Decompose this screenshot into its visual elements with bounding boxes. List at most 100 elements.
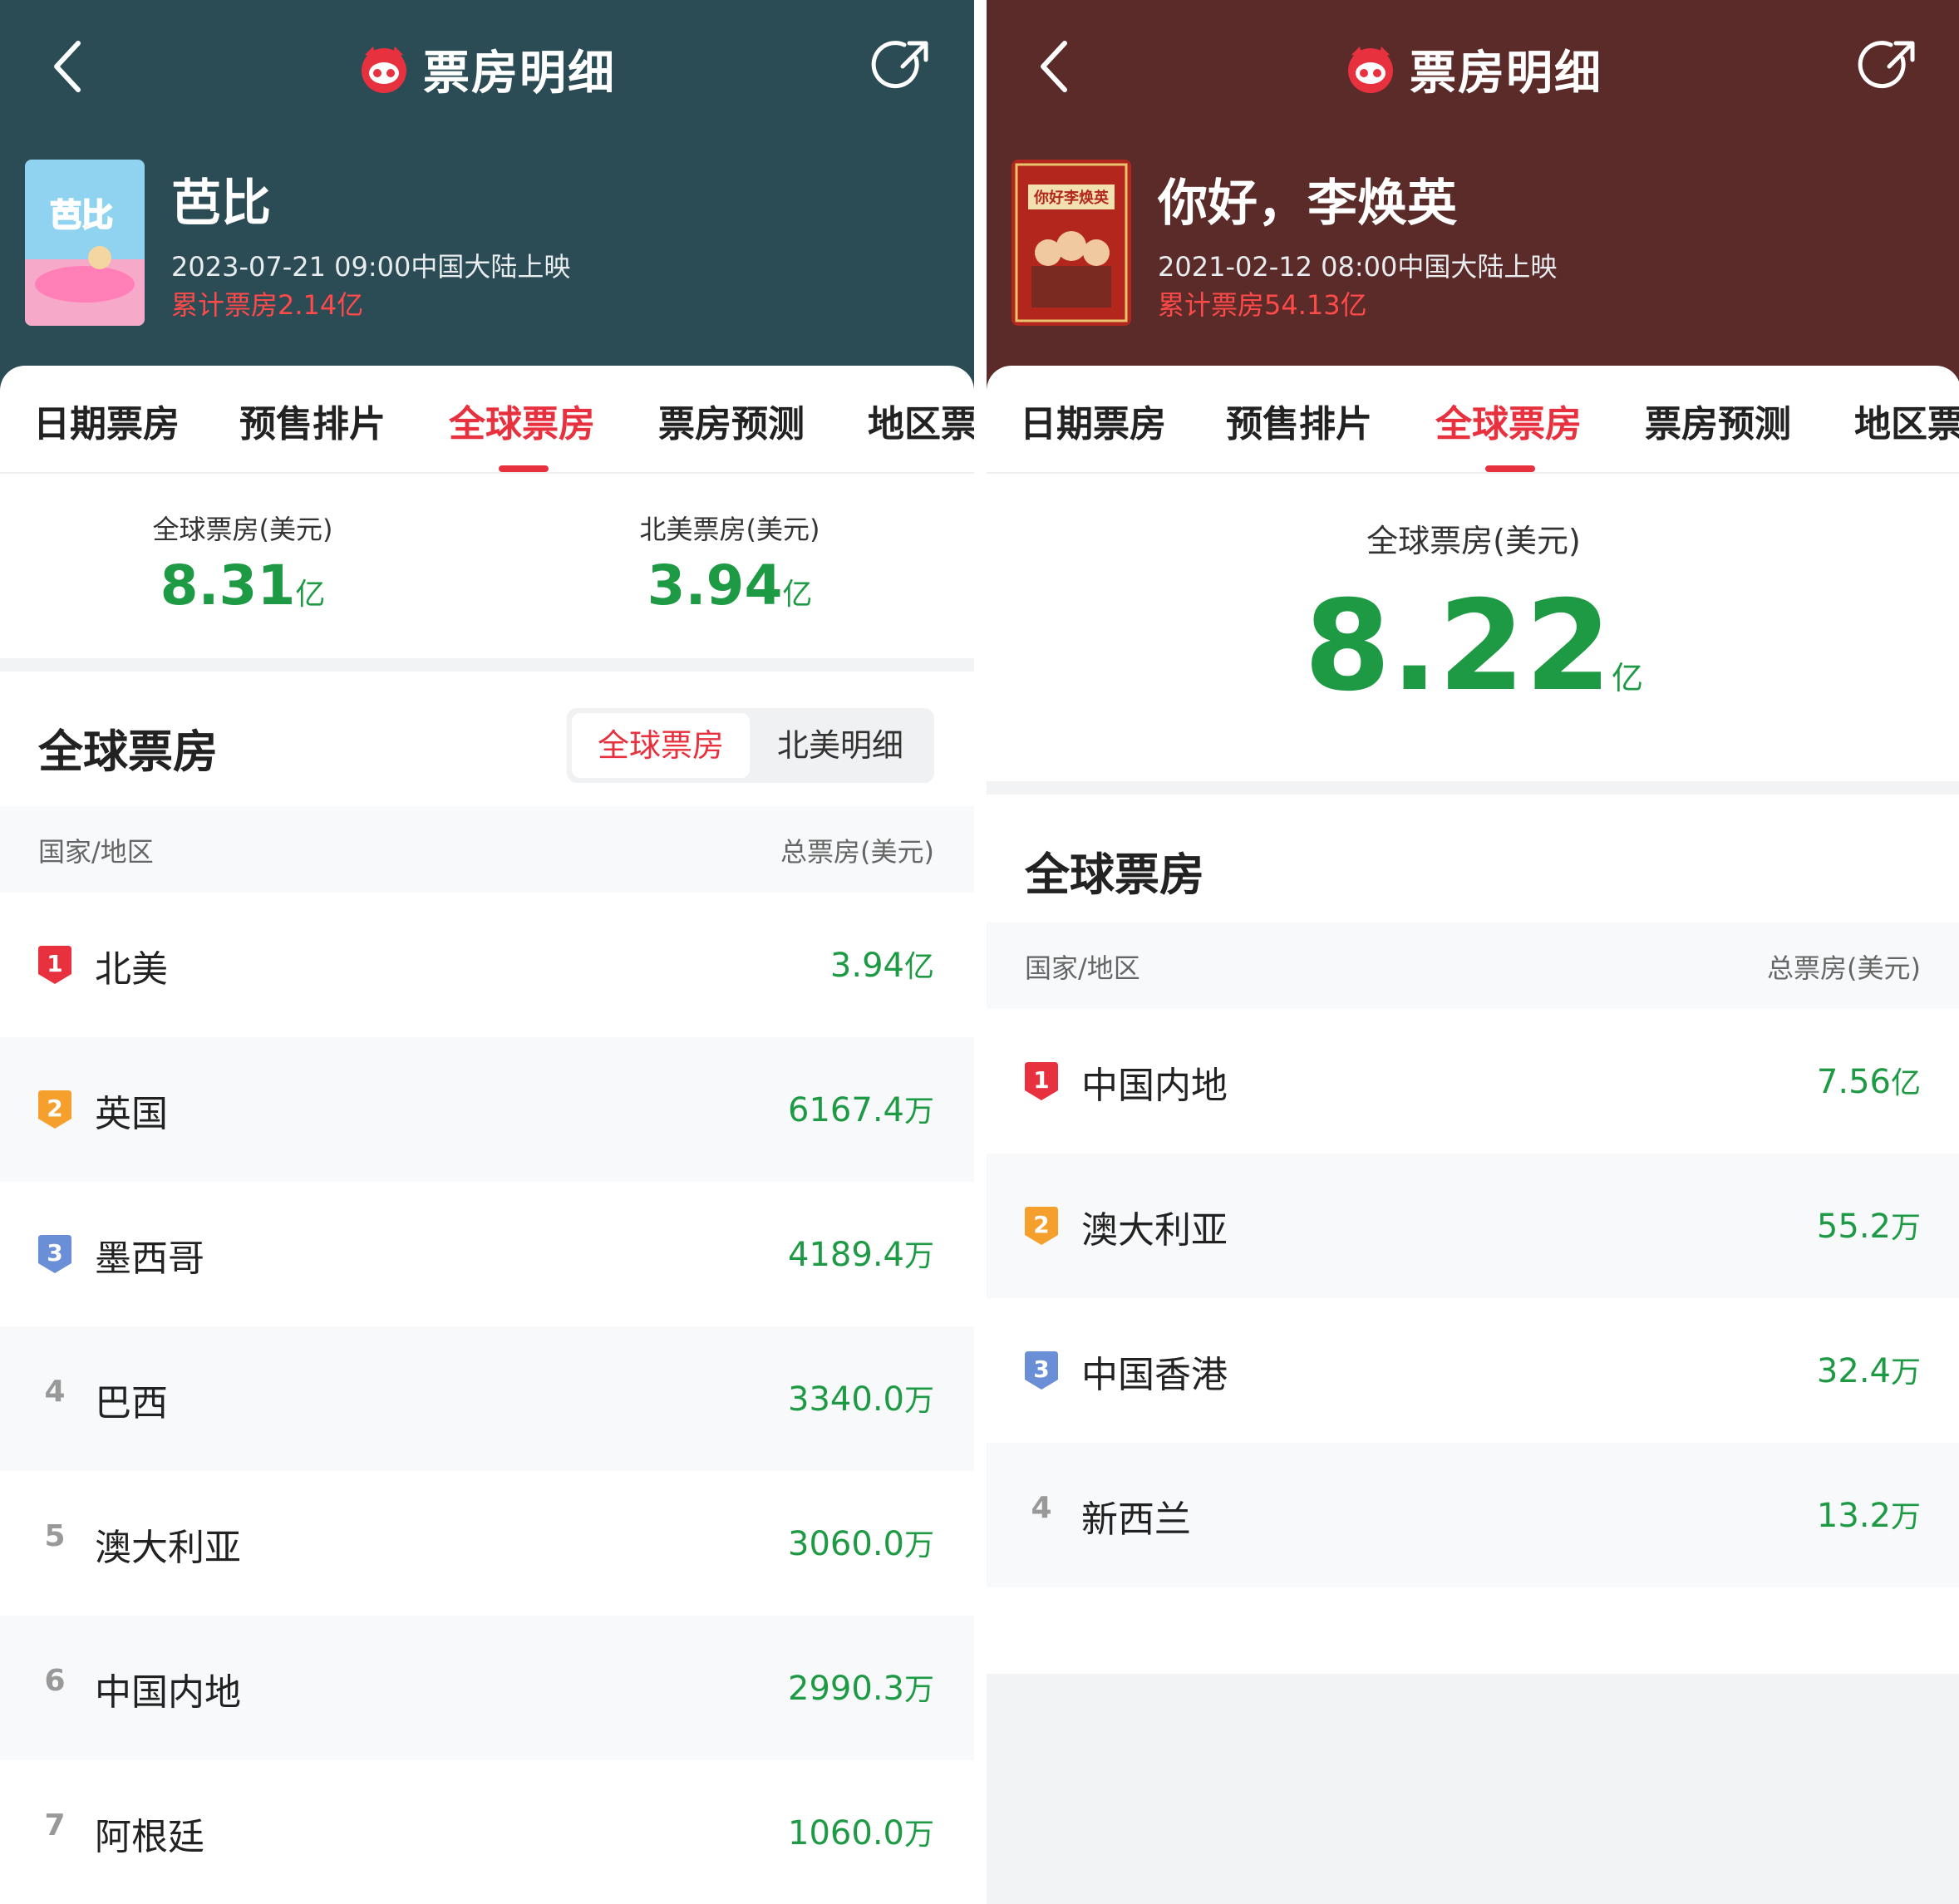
table-row[interactable]: 4 巴西 3340.0万: [0, 1326, 974, 1471]
barbie-box-office-screen: 票房明细 芭比 芭比 2023-07-21 09:00中国大陆上映 累计票房2.…: [0, 0, 974, 1904]
table-row[interactable]: 7 阿根廷 1060.0万: [0, 1760, 974, 1904]
section-title: 全球票房: [38, 726, 218, 778]
rank-3-badge-icon: 3: [38, 1235, 71, 1273]
region-name: 新西兰: [1081, 1498, 1191, 1541]
global-gross-label: 全球票房(美元): [152, 514, 333, 545]
maoyan-cat-icon: [1348, 47, 1393, 93]
svg-text:1: 1: [1033, 1066, 1049, 1094]
tab-bar: 日期票房 预售排片 全球票房 票房预测 地区票: [987, 366, 1959, 474]
gross-value: 3060.0万: [788, 1525, 934, 1563]
gross-value: 6167.4万: [788, 1091, 934, 1129]
column-region: 国家/地区: [1025, 952, 1140, 984]
page-title: 票房明细: [423, 46, 616, 101]
rank-number: 4: [1031, 1491, 1052, 1525]
global-gross-value: 8.31亿: [160, 553, 326, 617]
hi-mom-box-office-screen: 票房明细 你好李焕英 你好，李焕英 2021-02-12 08:00中国大陆上映…: [987, 0, 1959, 1904]
active-tab-indicator: [499, 465, 549, 472]
svg-text:3: 3: [1033, 1355, 1049, 1383]
rank-3-badge-icon: 3: [1025, 1351, 1058, 1390]
share-icon[interactable]: [871, 35, 934, 98]
view-toggle: 全球票房 北美明细: [567, 708, 934, 783]
table-row[interactable]: 1 北美 3.94亿: [0, 893, 974, 1037]
toggle-north-america[interactable]: 北美明细: [751, 713, 929, 778]
page-title: 票房明细: [1410, 46, 1602, 101]
table-row[interactable]: 5 澳大利亚 3060.0万: [0, 1471, 974, 1616]
movie-title: 芭比: [171, 175, 271, 233]
column-region: 国家/地区: [38, 836, 154, 868]
region-name: 中国香港: [1081, 1354, 1228, 1396]
gross-value: 13.2万: [1816, 1497, 1921, 1535]
poster-title: 芭比: [50, 197, 113, 234]
share-icon[interactable]: [1858, 35, 1921, 98]
tab-presale[interactable]: 预售排片: [1226, 394, 1372, 447]
rank-number: 4: [44, 1375, 66, 1409]
title-bar: 票房明细: [0, 32, 974, 106]
region-name: 英国: [95, 1093, 168, 1135]
rank-number: 6: [44, 1664, 66, 1698]
release-info: 2023-07-21 09:00中国大陆上映: [171, 251, 571, 283]
movie-poster[interactable]: 你好李焕英: [1011, 160, 1131, 326]
toggle-global[interactable]: 全球票房: [572, 713, 750, 778]
tab-forecast[interactable]: 票房预测: [658, 394, 805, 447]
table-row[interactable]: 3 中国香港 32.4万: [987, 1298, 1959, 1443]
region-name: 中国内地: [1081, 1065, 1228, 1107]
region-name: 澳大利亚: [95, 1527, 241, 1569]
global-gross-value: 8.22亿: [1303, 574, 1644, 719]
section-divider: [987, 781, 1959, 795]
svg-text:2: 2: [47, 1095, 62, 1122]
rank-2-badge-icon: 2: [1025, 1207, 1058, 1245]
svg-text:2: 2: [1033, 1211, 1049, 1238]
content-card: 日期票房 预售排片 全球票房 票房预测 地区票 全球票房(美元) 8.31亿 北…: [0, 366, 974, 1904]
gross-value: 1060.0万: [788, 1814, 934, 1852]
tab-daily[interactable]: 日期票房: [1020, 394, 1166, 447]
table-row[interactable]: 6 中国内地 2990.3万: [0, 1616, 974, 1760]
active-tab-indicator: [1485, 465, 1535, 472]
na-gross-label: 北美票房(美元): [639, 514, 820, 545]
tab-bar: 日期票房 预售排片 全球票房 票房预测 地区票: [0, 366, 974, 474]
maoyan-cat-icon: [362, 47, 406, 93]
cumulative-box-office: 累计票房2.14亿: [171, 289, 364, 321]
column-gross: 总票房(美元): [780, 836, 934, 868]
rank-number: 7: [44, 1808, 66, 1843]
region-name: 北美: [95, 948, 168, 991]
region-name: 墨西哥: [95, 1237, 204, 1280]
section-divider: [0, 658, 974, 672]
region-name: 澳大利亚: [1081, 1209, 1228, 1252]
poster-title: 你好李焕英: [1033, 189, 1110, 207]
rank-1-badge-icon: 1: [38, 946, 71, 984]
na-gross-value: 3.94亿: [647, 553, 813, 617]
movie-title: 你好，李焕英: [1158, 175, 1457, 233]
region-name: 阿根廷: [95, 1816, 204, 1858]
header: 票房明细 你好李焕英 你好，李焕英 2021-02-12 08:00中国大陆上映…: [987, 0, 1959, 416]
tab-global[interactable]: 全球票房: [449, 394, 595, 447]
panel-divider: [974, 0, 987, 1904]
header: 票房明细 芭比 芭比 2023-07-21 09:00中国大陆上映 累计票房2.…: [0, 0, 974, 416]
gross-value: 3.94亿: [829, 947, 934, 985]
region-name: 中国内地: [95, 1671, 241, 1714]
tab-region[interactable]: 地区票: [1854, 394, 1959, 447]
table-row[interactable]: 1 中国内地 7.56亿: [987, 1009, 1959, 1154]
cumulative-box-office: 累计票房54.13亿: [1158, 289, 1367, 321]
tab-region[interactable]: 地区票: [868, 394, 974, 447]
gross-value: 2990.3万: [788, 1670, 934, 1708]
svg-text:1: 1: [47, 950, 62, 977]
table-header: 国家/地区 总票房(美元): [0, 806, 974, 893]
rank-1-badge-icon: 1: [1025, 1062, 1058, 1100]
global-gross-label: 全球票房(美元): [1366, 523, 1581, 559]
movie-poster[interactable]: 芭比: [25, 160, 145, 326]
table-row[interactable]: 2 英国 6167.4万: [0, 1037, 974, 1182]
column-gross: 总票房(美元): [1767, 952, 1921, 984]
gross-value: 55.2万: [1816, 1208, 1921, 1246]
table-row[interactable]: 2 澳大利亚 55.2万: [987, 1154, 1959, 1298]
empty-area: [987, 1674, 1959, 1904]
tab-forecast[interactable]: 票房预测: [1645, 394, 1791, 447]
tab-daily[interactable]: 日期票房: [33, 394, 180, 447]
table-row[interactable]: 4 新西兰 13.2万: [987, 1443, 1959, 1587]
release-info: 2021-02-12 08:00中国大陆上映: [1158, 251, 1558, 283]
content-card: 日期票房 预售排片 全球票房 票房预测 地区票 全球票房(美元) 8.22亿 全…: [987, 366, 1959, 1904]
table-row[interactable]: 3 墨西哥 4189.4万: [0, 1182, 974, 1326]
tab-presale[interactable]: 预售排片: [239, 394, 386, 447]
region-name: 巴西: [95, 1382, 168, 1424]
gross-value: 32.4万: [1816, 1352, 1921, 1390]
tab-global[interactable]: 全球票房: [1435, 394, 1582, 447]
